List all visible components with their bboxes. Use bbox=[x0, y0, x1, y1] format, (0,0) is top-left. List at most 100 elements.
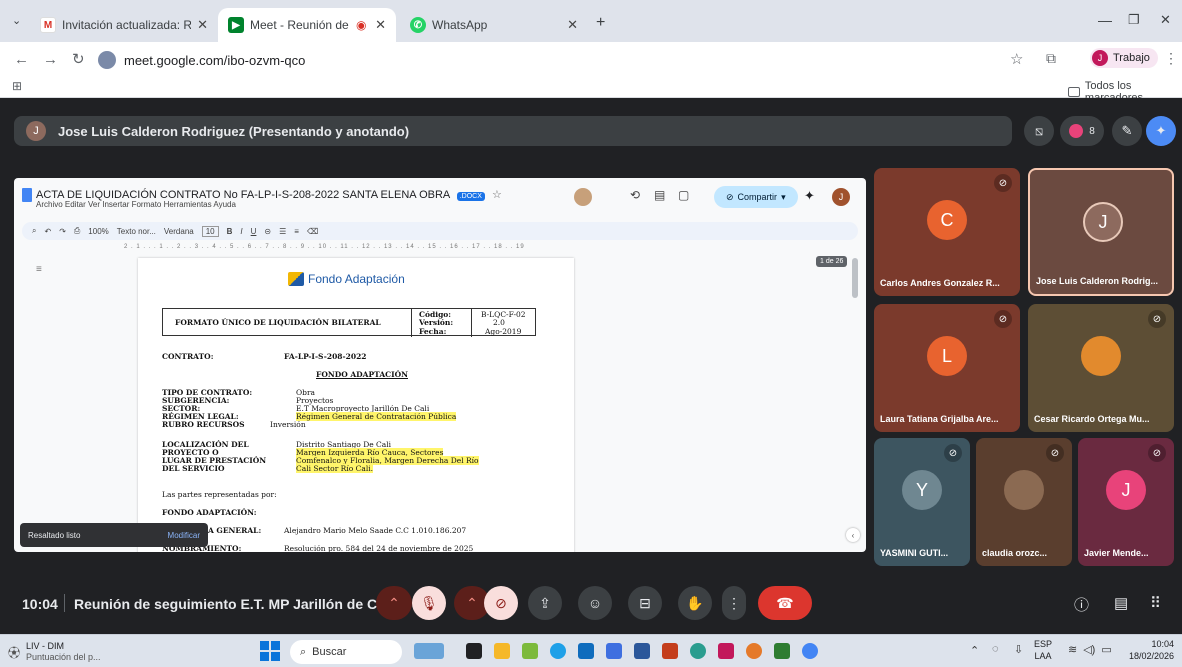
participant-tile[interactable]: J ⊘ Javier Mende... bbox=[1078, 438, 1174, 566]
captions-icon[interactable]: ⊟ bbox=[628, 586, 662, 620]
app-icon[interactable] bbox=[522, 643, 538, 659]
participant-tile[interactable]: ⊘ claudia orozc... bbox=[976, 438, 1072, 566]
clock[interactable]: 10:04 18/02/2026 bbox=[1124, 638, 1174, 662]
taskbar-search[interactable]: ⌕ Buscar bbox=[290, 640, 402, 664]
underline-icon[interactable]: U bbox=[251, 227, 257, 236]
close-window-button[interactable]: ✕ bbox=[1160, 12, 1171, 28]
windows-start-icon[interactable] bbox=[260, 641, 280, 661]
collapse-icon[interactable]: ‹ bbox=[846, 528, 860, 542]
tab-meet[interactable]: ▶ Meet - Reunión de seguimi ◉ ✕ bbox=[218, 8, 396, 42]
hide-presentation-icon[interactable]: ⧅ bbox=[1024, 116, 1054, 146]
document-menu[interactable]: Archivo Editar Ver Insertar Formato Herr… bbox=[36, 200, 236, 209]
bold-icon[interactable]: B bbox=[227, 227, 233, 236]
font-select[interactable]: Verdana bbox=[164, 227, 194, 236]
annotate-pen-icon[interactable]: ✎ bbox=[1112, 116, 1142, 146]
participant-tile[interactable]: C ⊘ Carlos Andres Gonzalez R... bbox=[874, 168, 1020, 296]
reload-icon[interactable]: ↻ bbox=[72, 50, 85, 68]
document-toolbar: ⌕ ↶ ↷ ⎙ 100% Texto nor... Verdana 10 B I… bbox=[22, 222, 858, 240]
toast-action-button[interactable]: Modificar bbox=[168, 531, 200, 540]
profile-label: Trabajo bbox=[1113, 52, 1150, 64]
restore-button[interactable]: ❐ bbox=[1128, 12, 1140, 28]
emoji-icon[interactable]: ☺ bbox=[578, 586, 612, 620]
present-screen-icon[interactable]: ⇪ bbox=[528, 586, 562, 620]
more-options-icon[interactable]: ⋮ bbox=[722, 586, 746, 620]
app-icon[interactable] bbox=[606, 643, 622, 659]
avatar: L bbox=[927, 336, 967, 376]
comments-icon[interactable]: ▤ bbox=[654, 188, 665, 202]
share-button[interactable]: ⊘ Compartir ▾ bbox=[714, 186, 798, 208]
participant-tile[interactable]: Y ⊘ YASMINI GUTI... bbox=[874, 438, 970, 566]
search-icon[interactable]: ⌕ bbox=[32, 226, 36, 236]
app-icon[interactable] bbox=[774, 643, 790, 659]
app-icon[interactable] bbox=[690, 643, 706, 659]
back-icon[interactable]: ← bbox=[14, 51, 29, 68]
undo-icon[interactable]: ↶ bbox=[44, 227, 51, 236]
forward-icon[interactable]: → bbox=[43, 51, 58, 68]
mcafee-icon[interactable] bbox=[718, 643, 734, 659]
chrome-icon[interactable] bbox=[802, 643, 818, 659]
firefox-icon[interactable] bbox=[746, 643, 762, 659]
extensions-icon[interactable]: ⧉ bbox=[1046, 50, 1056, 67]
tab-gmail[interactable]: M Invitación actualizada: Reunión ✕ bbox=[30, 8, 218, 42]
language-indicator[interactable]: ESP LAA bbox=[1034, 638, 1052, 662]
italic-icon[interactable]: I bbox=[240, 227, 242, 236]
new-tab-button[interactable]: + bbox=[596, 14, 605, 32]
clock-time: 10:04 bbox=[1151, 639, 1174, 649]
fecha-label: Fecha: bbox=[419, 327, 447, 336]
participants-button[interactable]: 8 bbox=[1060, 116, 1104, 146]
participant-tile[interactable]: ⊘ Cesar Ricardo Ortega Mu... bbox=[1028, 304, 1174, 432]
close-icon[interactable]: ✕ bbox=[375, 17, 386, 33]
address-bar[interactable]: meet.google.com/ibo-ozvm-qco bbox=[98, 48, 998, 72]
history-icon[interactable]: ⟲ bbox=[630, 188, 640, 202]
tray-icon[interactable]: ◌ bbox=[992, 643, 999, 655]
apps-grid-icon[interactable]: ⊞ bbox=[12, 79, 22, 93]
align-icon[interactable]: ☰ bbox=[279, 227, 286, 236]
close-icon[interactable]: ✕ bbox=[197, 17, 208, 33]
powerpoint-icon[interactable] bbox=[662, 643, 678, 659]
print-icon[interactable]: ⎙ bbox=[74, 226, 80, 236]
font-size-input[interactable]: 10 bbox=[201, 225, 219, 237]
outline-icon[interactable]: ≡ bbox=[36, 264, 42, 275]
scrollbar[interactable] bbox=[852, 258, 858, 298]
camera-off-icon[interactable]: ⊘ bbox=[484, 586, 518, 620]
participant-tile[interactable]: L ⊘ Laura Tatiana Grijalba Are... bbox=[874, 304, 1020, 432]
gemini-icon[interactable]: ✦ bbox=[1146, 116, 1176, 146]
system-tray[interactable]: ≋ ◁) ▭ bbox=[1068, 643, 1112, 656]
usb-icon[interactable]: ⇩ bbox=[1014, 643, 1023, 656]
star-icon[interactable]: ☆ bbox=[492, 189, 502, 201]
store-icon[interactable] bbox=[578, 643, 594, 659]
mic-options-button[interactable]: ⌃ bbox=[376, 586, 412, 620]
info-icon[interactable]: ⓘ bbox=[1074, 594, 1089, 615]
list-icon[interactable]: ≡ bbox=[294, 227, 299, 236]
meet-join-icon[interactable]: ▢ bbox=[678, 188, 689, 202]
widget-title: LIV - DIM bbox=[26, 641, 65, 651]
gemini-icon[interactable]: ✦ bbox=[804, 188, 815, 204]
raise-hand-icon[interactable]: ✋ bbox=[678, 586, 712, 620]
search-highlight-icon[interactable] bbox=[414, 643, 444, 659]
clear-format-icon[interactable]: ⌫ bbox=[307, 227, 318, 236]
leave-call-button[interactable]: ☎ bbox=[758, 586, 812, 620]
menu-icon[interactable]: ⋮ bbox=[1164, 50, 1178, 67]
profile-button[interactable]: J Trabajo bbox=[1090, 48, 1158, 68]
edge-icon[interactable] bbox=[550, 643, 566, 659]
zoom-select[interactable]: 100% bbox=[88, 227, 108, 236]
bookmark-star-icon[interactable]: ☆ bbox=[1010, 50, 1023, 68]
weather-widget[interactable]: ⚽︎ LIV - DIM Puntuación del p... bbox=[8, 641, 148, 663]
tab-whatsapp[interactable]: ✆ WhatsApp ✕ bbox=[400, 8, 588, 42]
task-view-icon[interactable] bbox=[466, 643, 482, 659]
close-icon[interactable]: ✕ bbox=[567, 17, 578, 33]
word-icon[interactable] bbox=[634, 643, 650, 659]
redo-icon[interactable]: ↷ bbox=[59, 227, 66, 236]
minimize-button[interactable]: — bbox=[1098, 12, 1112, 28]
site-info-icon[interactable] bbox=[98, 51, 116, 69]
style-select[interactable]: Texto nor... bbox=[117, 227, 156, 236]
activities-icon[interactable]: ⠿ bbox=[1150, 594, 1161, 612]
participant-tile[interactable]: J Jose Luis Calderon Rodrig... bbox=[1028, 168, 1174, 296]
link-icon[interactable]: ⊝ bbox=[264, 227, 271, 236]
file-explorer-icon[interactable] bbox=[494, 643, 510, 659]
tab-search-icon[interactable]: ⌄ bbox=[12, 14, 21, 27]
tray-expand-icon[interactable]: ⌃ bbox=[970, 644, 979, 657]
docx-badge: .DOCX bbox=[456, 192, 485, 201]
chat-icon[interactable]: ▤ bbox=[1114, 594, 1128, 612]
mic-off-icon[interactable]: 🎙︎ bbox=[412, 586, 446, 620]
